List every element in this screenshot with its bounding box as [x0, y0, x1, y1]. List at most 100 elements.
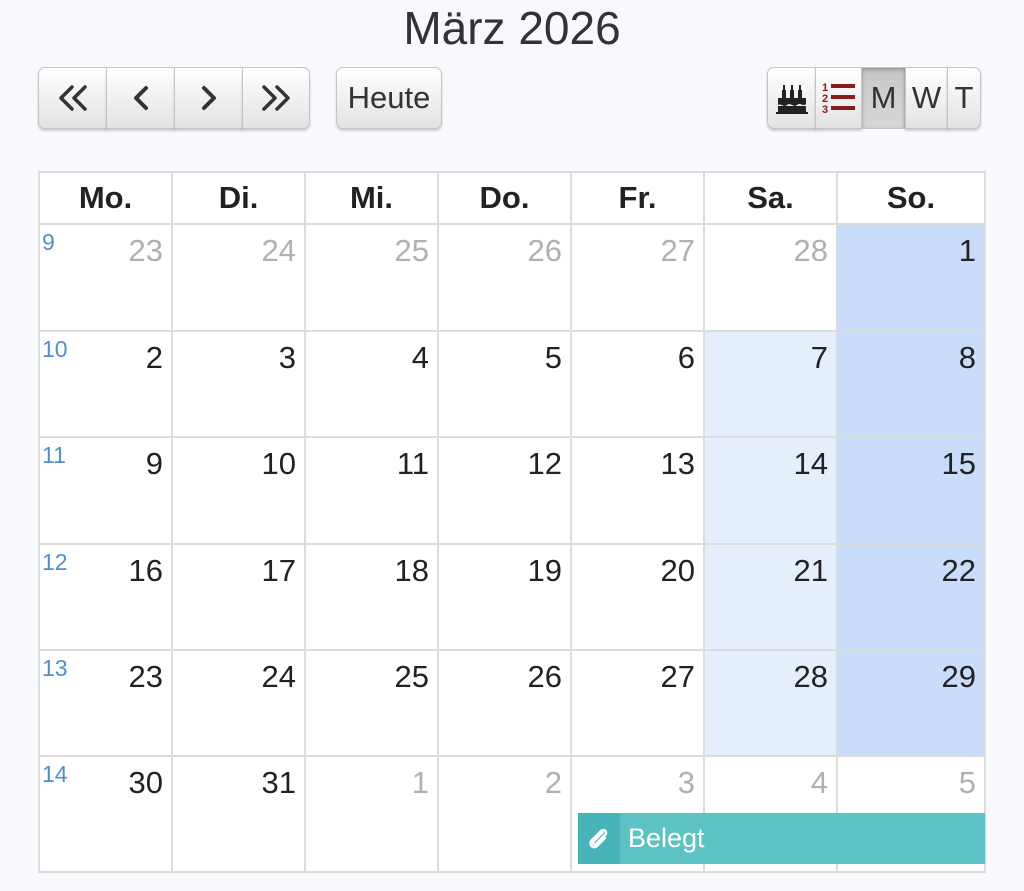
chevron-left-icon — [130, 83, 152, 113]
day-number: 1 — [958, 233, 976, 268]
day-cell[interactable]: 10 — [173, 438, 306, 545]
day-number: 26 — [527, 659, 562, 694]
day-number: 29 — [941, 659, 976, 694]
day-number: 10 — [261, 446, 296, 481]
day-cell[interactable]: 31 — [173, 757, 306, 871]
next-month-button[interactable] — [174, 67, 243, 129]
day-cell[interactable]: 4 — [306, 332, 439, 438]
event-label: Belegt — [628, 823, 705, 853]
day-number: 11 — [396, 446, 429, 481]
day-number: 16 — [128, 553, 163, 588]
day-number: 25 — [394, 233, 429, 268]
day-number: 5 — [958, 765, 976, 800]
weekday-header-1: Di. — [173, 173, 306, 225]
day-number: 27 — [660, 233, 695, 268]
month-grid: Mo. Di. Mi. Do. Fr. Sa. So. 9 23 24 25 26 27 28 1 10 2 3… — [38, 171, 986, 873]
day-cell[interactable]: 27 — [572, 651, 705, 757]
day-number: 24 — [261, 233, 296, 268]
next-year-button[interactable] — [242, 67, 310, 129]
day-cell[interactable]: 22 — [838, 545, 984, 651]
prev-year-button[interactable] — [38, 67, 107, 129]
week-number[interactable]: 10 — [42, 336, 68, 363]
weekday-header-4: Fr. — [572, 173, 705, 225]
day-cell[interactable]: 11 9 — [40, 438, 173, 545]
day-cell[interactable]: 14 30 — [40, 757, 173, 871]
week-number[interactable]: 14 — [42, 761, 68, 788]
prev-month-button[interactable] — [106, 67, 175, 129]
svg-text:3: 3 — [822, 104, 828, 116]
day-cell[interactable]: 6 — [572, 332, 705, 438]
day-cell[interactable]: 2 — [439, 757, 572, 871]
day-number: 8 — [958, 340, 976, 375]
day-cell[interactable]: 12 — [439, 438, 572, 545]
numbered-list-icon: 1 2 3 — [821, 80, 857, 116]
day-number: 22 — [941, 553, 976, 588]
day-cell[interactable]: 26 — [439, 651, 572, 757]
day-cell[interactable]: 1 — [838, 225, 984, 332]
week-number[interactable]: 12 — [42, 549, 68, 576]
day-number: 28 — [793, 233, 828, 268]
list-view-button[interactable]: 1 2 3 — [815, 67, 862, 129]
weekday-header-3: Do. — [439, 173, 572, 225]
birthday-view-button[interactable] — [767, 67, 816, 129]
day-number: 18 — [394, 553, 429, 588]
chevron-right-icon — [198, 83, 220, 113]
day-number: 23 — [128, 233, 163, 268]
day-number: 14 — [793, 446, 828, 481]
day-cell[interactable]: 3 — [173, 332, 306, 438]
day-cell[interactable]: 8 — [838, 332, 984, 438]
day-view-button[interactable]: T — [947, 67, 981, 129]
day-number: 17 — [261, 553, 296, 588]
today-button[interactable]: Heute — [336, 67, 442, 129]
day-cell[interactable]: 17 — [173, 545, 306, 651]
day-cell[interactable]: 14 — [705, 438, 838, 545]
double-chevron-right-icon — [259, 83, 293, 113]
day-cell[interactable]: 18 — [306, 545, 439, 651]
day-cell[interactable]: 25 — [306, 651, 439, 757]
month-view-button[interactable]: M — [861, 67, 906, 129]
day-cell[interactable]: 28 — [705, 651, 838, 757]
weekday-header-2: Mi. — [306, 173, 439, 225]
week-number[interactable]: 9 — [42, 229, 55, 256]
day-cell[interactable]: 12 16 — [40, 545, 173, 651]
day-number: 2 — [544, 765, 562, 800]
event-belegt[interactable]: Belegt — [578, 813, 985, 864]
day-cell[interactable]: 26 — [439, 225, 572, 332]
week-number[interactable]: 11 — [42, 442, 66, 469]
day-cell[interactable]: 20 — [572, 545, 705, 651]
day-number: 7 — [810, 340, 828, 375]
day-number: 19 — [527, 553, 562, 588]
day-number: 5 — [544, 340, 562, 375]
day-cell[interactable]: 29 — [838, 651, 984, 757]
day-cell[interactable]: 28 — [705, 225, 838, 332]
week-number[interactable]: 13 — [42, 655, 68, 682]
day-number: 31 — [261, 765, 296, 800]
week-view-button[interactable]: W — [905, 67, 948, 129]
day-cell[interactable]: 13 — [572, 438, 705, 545]
day-cell[interactable]: 9 23 — [40, 225, 173, 332]
day-cell[interactable]: 1 — [306, 757, 439, 871]
day-cell[interactable]: 5 — [439, 332, 572, 438]
day-cell[interactable]: 24 — [173, 225, 306, 332]
weekday-header: Mo. Di. Mi. Do. Fr. Sa. So. — [40, 173, 984, 225]
day-number: 3 — [278, 340, 296, 375]
day-number: 13 — [660, 446, 695, 481]
paperclip-icon — [578, 813, 620, 864]
double-chevron-left-icon — [56, 83, 90, 113]
day-cell[interactable]: 25 — [306, 225, 439, 332]
birthday-cake-icon — [775, 80, 809, 116]
day-number: 23 — [128, 659, 163, 694]
day-cell[interactable]: 13 23 — [40, 651, 173, 757]
day-cell[interactable]: 27 — [572, 225, 705, 332]
day-number: 1 — [411, 765, 429, 800]
day-number: 28 — [793, 659, 828, 694]
day-cell[interactable]: 7 — [705, 332, 838, 438]
day-cell[interactable]: 15 — [838, 438, 984, 545]
day-cell[interactable]: 10 2 — [40, 332, 173, 438]
day-cell[interactable]: 24 — [173, 651, 306, 757]
day-number: 9 — [145, 446, 163, 481]
day-number: 27 — [660, 659, 695, 694]
day-cell[interactable]: 19 — [439, 545, 572, 651]
day-cell[interactable]: 11 — [306, 438, 439, 545]
day-cell[interactable]: 21 — [705, 545, 838, 651]
